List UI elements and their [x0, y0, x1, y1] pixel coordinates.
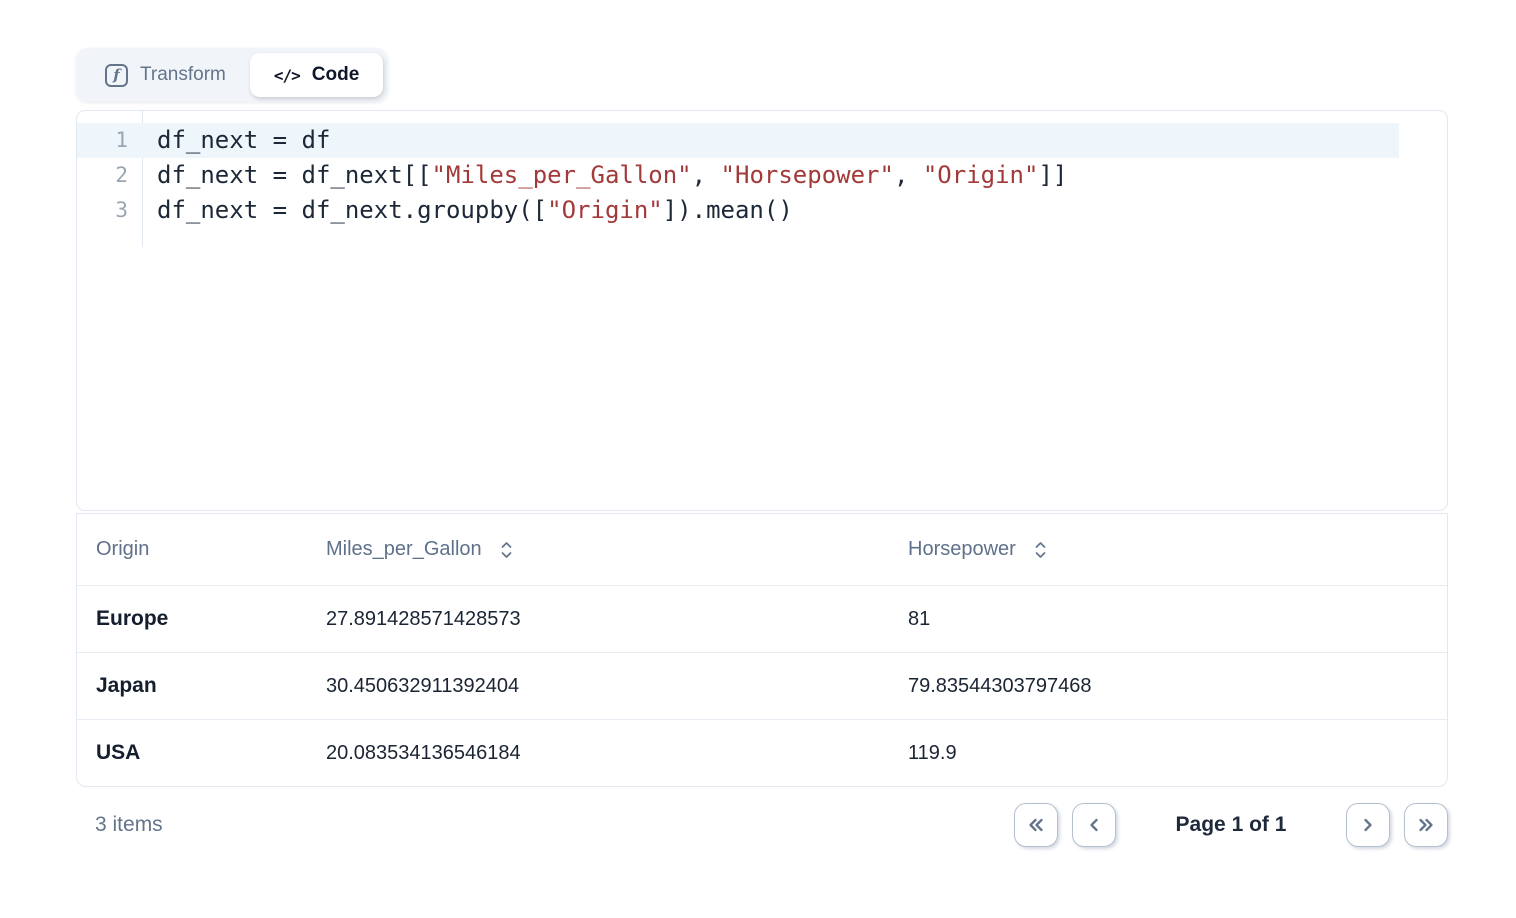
cell-origin: Japan	[77, 674, 326, 698]
line-number: 3	[77, 193, 143, 228]
code-editor[interactable]: 1 df_next = df 2 df_next = df_next[["Mil…	[76, 110, 1448, 511]
code-line[interactable]: 2 df_next = df_next[["Miles_per_Gallon",…	[77, 158, 1399, 193]
tab-transform-label: Transform	[140, 64, 226, 86]
cell-origin: USA	[77, 741, 326, 765]
code-token: ,	[692, 161, 721, 189]
code-token: df_next = df	[157, 126, 330, 154]
tab-code[interactable]: </> Code	[250, 53, 383, 97]
column-label: Horsepower	[908, 538, 1016, 561]
line-number: 2	[77, 158, 143, 193]
view-mode-tabs: f Transform </> Code	[76, 48, 388, 102]
chevrons-right-icon	[1416, 817, 1436, 833]
results-table: Origin Miles_per_Gallon Horsepower	[76, 513, 1448, 787]
first-page-button[interactable]	[1014, 803, 1058, 847]
next-page-button[interactable]	[1346, 803, 1390, 847]
table-row: Europe 27.891428571428573 81	[77, 585, 1447, 652]
code-line[interactable]: 1 df_next = df	[77, 123, 1399, 158]
table-header-row: Origin Miles_per_Gallon Horsepower	[77, 514, 1447, 585]
code-icon: </>	[274, 66, 300, 85]
table-footer: 3 items Page 1 of 1	[76, 803, 1448, 847]
cell-miles-per-gallon: 30.450632911392404	[326, 675, 908, 698]
function-icon: f	[105, 64, 128, 87]
code-text: df_next = df	[143, 123, 330, 158]
column-label: Origin	[96, 538, 149, 561]
code-token: ]]	[1038, 161, 1067, 189]
table-header-horsepower[interactable]: Horsepower	[908, 538, 1447, 561]
cell-horsepower: 81	[908, 608, 1447, 631]
page-indicator: Page 1 of 1	[1174, 813, 1288, 837]
items-count: 3 items	[76, 813, 163, 837]
code-token: df_next = df_next.groupby([	[157, 196, 547, 224]
code-token: df_next = df_next[[	[157, 161, 432, 189]
chevron-right-icon	[1360, 817, 1376, 833]
chevron-left-icon	[1086, 817, 1102, 833]
code-token-string: "Origin"	[923, 161, 1039, 189]
cell-miles-per-gallon: 20.083534136546184	[326, 742, 908, 765]
column-label: Miles_per_Gallon	[326, 538, 482, 561]
code-token: ]).mean()	[663, 196, 793, 224]
line-number: 1	[77, 123, 143, 158]
cell-horsepower: 79.83544303797468	[908, 675, 1447, 698]
chevrons-left-icon	[1026, 817, 1046, 833]
cell-miles-per-gallon: 27.891428571428573	[326, 608, 908, 631]
table-row: USA 20.083534136546184 119.9	[77, 719, 1447, 786]
prev-page-button[interactable]	[1072, 803, 1116, 847]
code-line[interactable]: 3 df_next = df_next.groupby(["Origin"]).…	[77, 193, 1399, 228]
code-token-string: "Miles_per_Gallon"	[432, 161, 692, 189]
code-text: df_next = df_next.groupby(["Origin"]).me…	[143, 193, 793, 228]
table-header-miles-per-gallon[interactable]: Miles_per_Gallon	[326, 538, 908, 561]
table-row: Japan 30.450632911392404 79.835443037974…	[77, 652, 1447, 719]
tab-code-label: Code	[312, 64, 360, 86]
tab-transform[interactable]: f Transform	[81, 53, 250, 97]
table-header-origin: Origin	[77, 538, 326, 561]
pagination: Page 1 of 1	[1014, 803, 1448, 847]
code-text: df_next = df_next[["Miles_per_Gallon", "…	[143, 158, 1067, 193]
code-token-string: "Horsepower"	[721, 161, 894, 189]
cell-origin: Europe	[77, 607, 326, 631]
cell-horsepower: 119.9	[908, 742, 1447, 765]
code-token: ,	[894, 161, 923, 189]
last-page-button[interactable]	[1404, 803, 1448, 847]
code-token-string: "Origin"	[547, 196, 663, 224]
sort-icon[interactable]	[1034, 541, 1047, 559]
sort-icon[interactable]	[500, 541, 513, 559]
transform-code-view: f Transform </> Code 1 df_next = df 2 df…	[0, 0, 1516, 847]
